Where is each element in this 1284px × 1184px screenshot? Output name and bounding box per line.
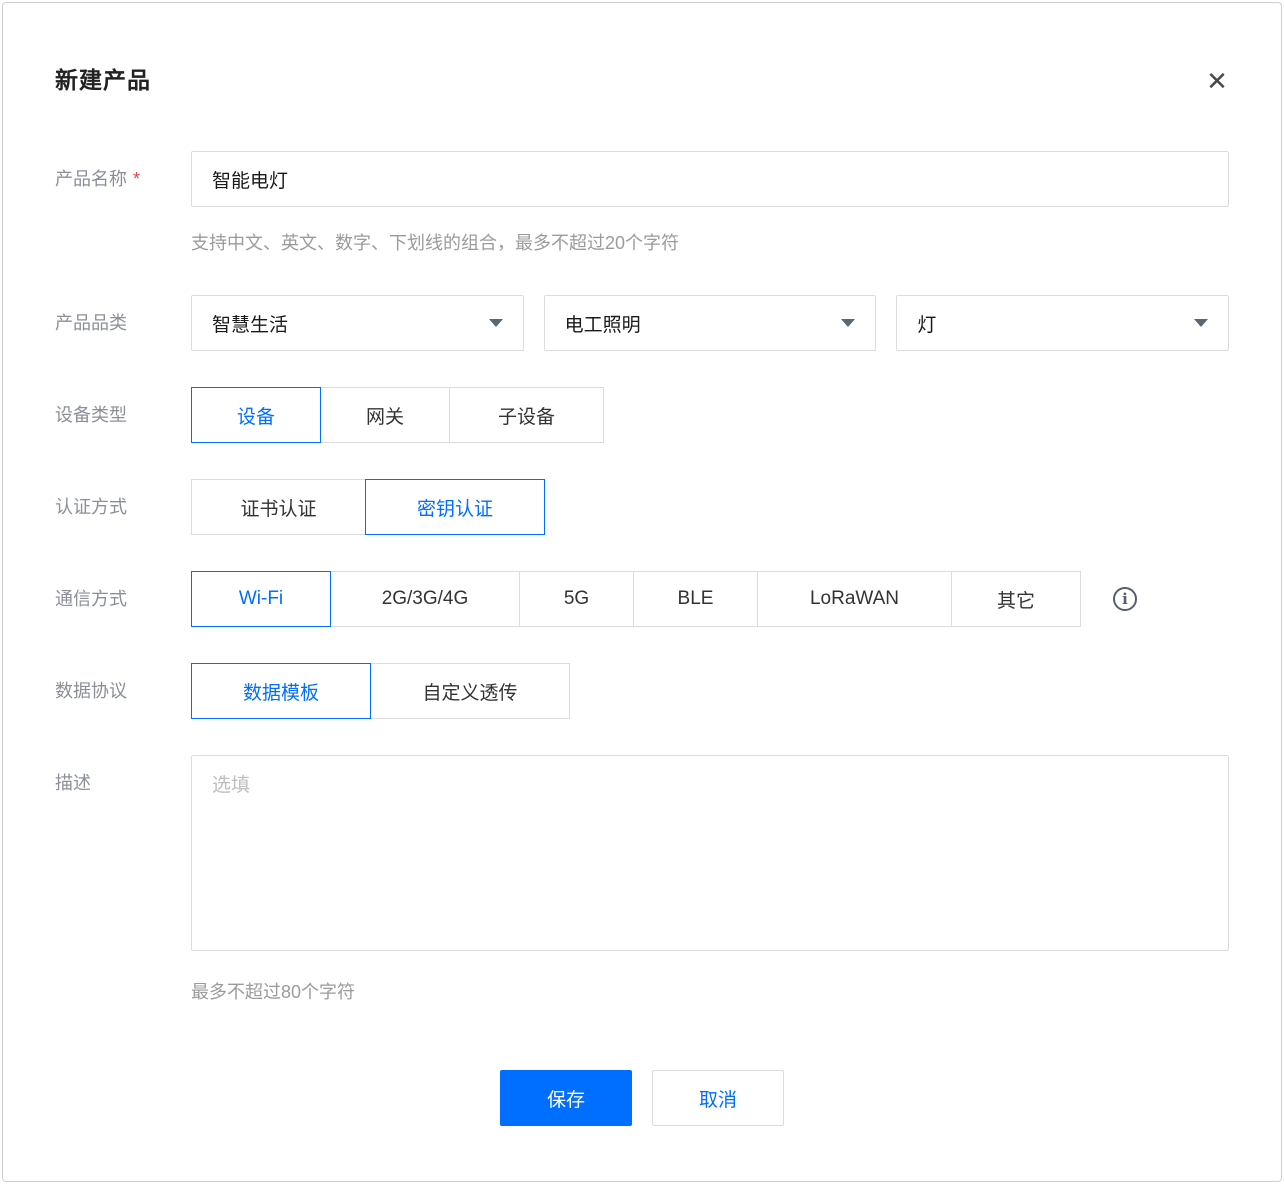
category-select-level1[interactable]: 智慧生活 bbox=[191, 295, 524, 351]
category-field: 智慧生活 电工照明 灯 bbox=[191, 295, 1229, 351]
category-select-level2-value: 电工照明 bbox=[565, 310, 641, 337]
product-name-label-text: 产品名称 bbox=[55, 169, 127, 189]
chevron-down-icon bbox=[489, 319, 503, 327]
auth-method-label: 认证方式 bbox=[55, 479, 191, 535]
comm-option-2g3g4g[interactable]: 2G/3G/4G bbox=[330, 571, 520, 627]
device-type-option-device[interactable]: 设备 bbox=[191, 387, 321, 443]
comm-option-wifi[interactable]: Wi-Fi bbox=[191, 571, 331, 627]
comm-option-other[interactable]: 其它 bbox=[951, 571, 1081, 627]
comm-option-ble[interactable]: BLE bbox=[633, 571, 758, 627]
category-select-level1-value: 智慧生活 bbox=[212, 310, 288, 337]
info-icon[interactable]: i bbox=[1113, 587, 1137, 611]
dialog-footer: 保存 取消 bbox=[55, 1070, 1229, 1126]
protocol-option-custom[interactable]: 自定义透传 bbox=[370, 663, 570, 719]
category-select-level2[interactable]: 电工照明 bbox=[544, 295, 877, 351]
product-name-field: 支持中文、英文、数字、下划线的组合，最多不超过20个字符 bbox=[191, 151, 1229, 255]
description-row: 描述 最多不超过80个字符 bbox=[55, 755, 1229, 1004]
comm-option-5g[interactable]: 5G bbox=[519, 571, 634, 627]
category-select-level3-value: 灯 bbox=[917, 310, 936, 337]
description-label: 描述 bbox=[55, 755, 191, 1004]
required-asterisk: * bbox=[133, 169, 140, 189]
device-type-group: 设备 网关 子设备 bbox=[191, 387, 1229, 443]
data-protocol-label: 数据协议 bbox=[55, 663, 191, 719]
product-name-label: 产品名称 * bbox=[55, 151, 191, 255]
data-protocol-group: 数据模板 自定义透传 bbox=[191, 663, 1229, 719]
device-type-label: 设备类型 bbox=[55, 387, 191, 443]
product-name-helper: 支持中文、英文、数字、下划线的组合，最多不超过20个字符 bbox=[191, 229, 1229, 255]
dialog-header: 新建产品 ✕ bbox=[3, 3, 1281, 95]
save-button[interactable]: 保存 bbox=[500, 1070, 632, 1126]
protocol-option-template[interactable]: 数据模板 bbox=[191, 663, 371, 719]
comm-method-row: 通信方式 Wi-Fi 2G/3G/4G 5G BLE LoRaWAN 其它 i bbox=[55, 571, 1229, 627]
product-name-input[interactable] bbox=[191, 151, 1229, 207]
chevron-down-icon bbox=[841, 319, 855, 327]
comm-option-lorawan[interactable]: LoRaWAN bbox=[757, 571, 952, 627]
dialog-body: 产品名称 * 支持中文、英文、数字、下划线的组合，最多不超过20个字符 产品品类 … bbox=[3, 95, 1281, 1126]
description-field: 最多不超过80个字符 bbox=[191, 755, 1229, 1004]
data-protocol-row: 数据协议 数据模板 自定义透传 bbox=[55, 663, 1229, 719]
device-type-row: 设备类型 设备 网关 子设备 bbox=[55, 387, 1229, 443]
auth-method-group: 证书认证 密钥认证 bbox=[191, 479, 1229, 535]
auth-option-certificate[interactable]: 证书认证 bbox=[191, 479, 366, 535]
device-type-option-gateway[interactable]: 网关 bbox=[320, 387, 450, 443]
category-label: 产品品类 bbox=[55, 295, 191, 351]
chevron-down-icon bbox=[1194, 319, 1208, 327]
category-select-level3[interactable]: 灯 bbox=[896, 295, 1229, 351]
comm-method-group: Wi-Fi 2G/3G/4G 5G BLE LoRaWAN 其它 i bbox=[191, 571, 1229, 627]
comm-method-label: 通信方式 bbox=[55, 571, 191, 627]
dialog-title: 新建产品 bbox=[55, 61, 1229, 95]
auth-method-row: 认证方式 证书认证 密钥认证 bbox=[55, 479, 1229, 535]
description-textarea[interactable] bbox=[191, 755, 1229, 951]
device-type-option-subdevice[interactable]: 子设备 bbox=[449, 387, 604, 443]
description-helper: 最多不超过80个字符 bbox=[191, 978, 1229, 1004]
category-row: 产品品类 智慧生活 电工照明 灯 bbox=[55, 295, 1229, 351]
create-product-dialog: 新建产品 ✕ 产品名称 * 支持中文、英文、数字、下划线的组合，最多不超过20个字… bbox=[2, 2, 1282, 1182]
product-name-row: 产品名称 * 支持中文、英文、数字、下划线的组合，最多不超过20个字符 bbox=[55, 151, 1229, 255]
close-icon[interactable]: ✕ bbox=[1201, 65, 1233, 97]
cancel-button[interactable]: 取消 bbox=[652, 1070, 784, 1126]
auth-option-key[interactable]: 密钥认证 bbox=[365, 479, 545, 535]
